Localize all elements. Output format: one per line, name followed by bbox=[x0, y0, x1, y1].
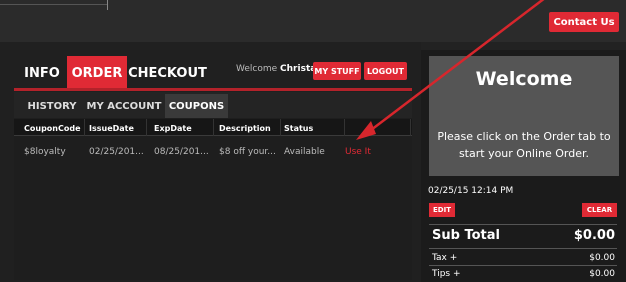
tab-checkout[interactable]: CHECKOUT bbox=[128, 56, 207, 90]
column-header-couponcode[interactable]: CouponCode bbox=[24, 124, 81, 133]
column-header-expdate[interactable]: ExpDate bbox=[154, 124, 192, 133]
coupons-table bbox=[14, 118, 412, 280]
subtab-my-account[interactable]: MY ACCOUNT bbox=[86, 94, 162, 118]
clear-button[interactable]: CLEAR bbox=[582, 203, 617, 217]
cell-couponcode: $8loyalty bbox=[24, 147, 66, 157]
subtab-history[interactable]: HISTORY bbox=[22, 94, 82, 118]
top-bar bbox=[0, 0, 626, 42]
use-it-link[interactable]: Use It bbox=[345, 147, 371, 157]
welcome-user: Welcome Christal bbox=[236, 64, 319, 74]
cell-description: $8 off your... bbox=[219, 147, 276, 157]
edit-button[interactable]: EDIT bbox=[429, 203, 455, 217]
totals-divider bbox=[429, 224, 617, 225]
order-timestamp: 02/25/15 12:14 PM bbox=[428, 186, 514, 196]
cell-issuedate: 02/25/201... bbox=[89, 147, 144, 157]
welcome-prefix: Welcome bbox=[236, 64, 278, 74]
column-divider bbox=[410, 119, 411, 136]
tips-label: Tips + bbox=[432, 269, 461, 279]
logout-button[interactable]: LOGOUT bbox=[364, 62, 407, 80]
column-header-issuedate[interactable]: IssueDate bbox=[89, 124, 134, 133]
contact-us-button[interactable]: Contact Us bbox=[549, 12, 619, 32]
subtab-coupons[interactable]: COUPONS bbox=[165, 94, 228, 118]
column-divider bbox=[344, 119, 345, 136]
tax-label: Tax + bbox=[432, 253, 458, 263]
my-stuff-button[interactable]: MY STUFF bbox=[313, 62, 361, 80]
welcome-message: Please click on the Order tab to start y… bbox=[437, 130, 611, 160]
totals-divider bbox=[429, 265, 617, 266]
cell-expdate: 08/25/201... bbox=[154, 147, 209, 157]
tab-order[interactable]: ORDER bbox=[67, 56, 127, 90]
welcome-title: Welcome bbox=[475, 68, 573, 90]
subtotal-label: Sub Total bbox=[432, 228, 500, 243]
tax-value: $0.00 bbox=[589, 253, 615, 263]
tab-info[interactable]: INFO bbox=[18, 56, 66, 90]
top-divider bbox=[107, 0, 108, 10]
column-divider bbox=[213, 119, 214, 136]
column-divider bbox=[146, 119, 147, 136]
totals-divider bbox=[429, 248, 617, 249]
column-header-description[interactable]: Description bbox=[219, 124, 271, 133]
tips-value: $0.00 bbox=[589, 269, 615, 279]
cell-status: Available bbox=[284, 147, 325, 157]
cart-panel-top bbox=[421, 42, 626, 50]
column-divider bbox=[280, 119, 281, 136]
tab-underline bbox=[14, 88, 412, 91]
subtotal-value: $0.00 bbox=[573, 228, 615, 243]
top-border bbox=[0, 4, 108, 5]
column-header-status[interactable]: Status bbox=[284, 124, 313, 133]
column-divider bbox=[84, 119, 85, 136]
